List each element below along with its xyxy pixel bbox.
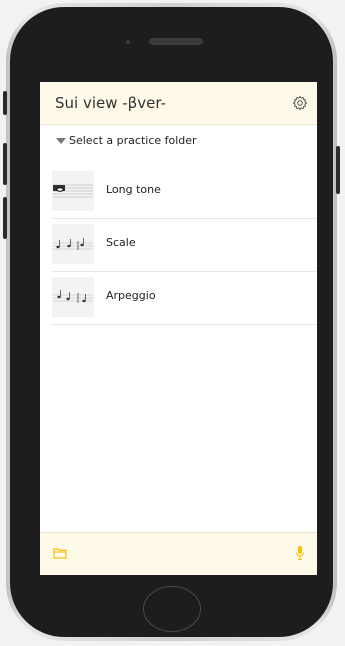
microphone-icon[interactable] — [295, 545, 305, 561]
volume-up-button — [3, 143, 7, 185]
app-footer — [40, 532, 317, 575]
practice-item-long-tone[interactable]: Long tone — [52, 166, 317, 219]
app-title: Sui view -βver- — [55, 94, 166, 112]
gear-icon[interactable] — [292, 95, 308, 111]
volume-down-button — [3, 197, 7, 239]
front-camera — [126, 40, 130, 44]
practice-item-label: Scale — [106, 236, 136, 249]
practice-folder-label: Select a practice folder — [69, 134, 197, 147]
power-button — [336, 146, 340, 194]
folder-icon[interactable] — [53, 547, 67, 559]
practice-item-label: Long tone — [106, 183, 161, 196]
practice-folder-select[interactable]: Select a practice folder — [56, 134, 197, 147]
whole-note-staff-icon — [52, 171, 94, 211]
scale-notes-icon — [52, 224, 94, 264]
app-screen: Sui view -βver- Select a practice folder… — [40, 82, 317, 575]
practice-list: Long tone Scale Arpeggio — [40, 166, 317, 325]
dropdown-triangle-icon — [56, 137, 66, 144]
practice-item-scale[interactable]: Scale — [52, 219, 317, 272]
practice-item-arpeggio[interactable]: Arpeggio — [52, 272, 317, 325]
mute-switch — [3, 91, 7, 115]
arpeggio-notes-icon — [52, 277, 94, 317]
earpiece-speaker — [149, 38, 203, 45]
home-button[interactable] — [143, 586, 201, 632]
app-header: Sui view -βver- — [40, 82, 317, 125]
practice-item-label: Arpeggio — [106, 289, 156, 302]
